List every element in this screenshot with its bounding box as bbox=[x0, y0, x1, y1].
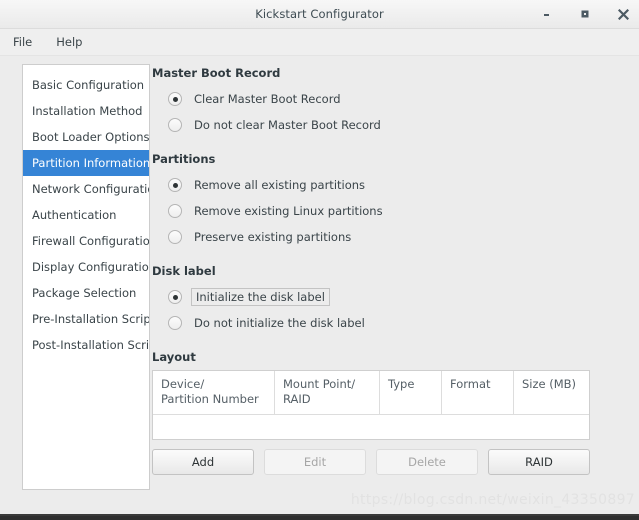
sidebar-item-display-configuration[interactable]: Display Configuration bbox=[23, 254, 149, 280]
layout-table-body bbox=[153, 414, 589, 439]
sidebar-item-label: Post-Installation Script bbox=[32, 338, 150, 352]
body-area: Basic Configuration Installation Method Bo… bbox=[0, 56, 639, 520]
menubar: File Help bbox=[0, 29, 639, 56]
group-title: Disk label bbox=[152, 264, 216, 278]
kickstart-configurator-window: Kickstart Configurator File Help Basic C… bbox=[0, 0, 639, 520]
sidebar-item-label: Firewall Configuration bbox=[32, 234, 150, 248]
radio-option-label: Clear Master Boot Record bbox=[194, 92, 341, 106]
radio-option[interactable]: Do not initialize the disk label bbox=[152, 310, 639, 336]
bottom-strip-inner bbox=[0, 516, 639, 520]
layout-table-header-row: Device/ Partition Number Mount Point/ RAI… bbox=[153, 371, 589, 415]
add-button[interactable]: Add bbox=[152, 449, 254, 475]
window-title: Kickstart Configurator bbox=[255, 7, 384, 21]
raid-button[interactable]: RAID bbox=[488, 449, 590, 475]
sidebar-item-label: Display Configuration bbox=[32, 260, 150, 274]
radio-option-label: Do not clear Master Boot Record bbox=[194, 118, 381, 132]
sidebar-container: Basic Configuration Installation Method Bo… bbox=[0, 56, 152, 520]
radio-unselected-icon[interactable] bbox=[168, 118, 182, 132]
radio-selected-icon[interactable] bbox=[168, 92, 182, 106]
radio-unselected-icon[interactable] bbox=[168, 316, 182, 330]
table-empty-cell bbox=[153, 414, 589, 439]
column-header[interactable]: Mount Point/ RAID bbox=[274, 371, 380, 415]
radio-unselected-icon[interactable] bbox=[168, 230, 182, 244]
radio-option[interactable]: Do not clear Master Boot Record bbox=[152, 112, 639, 138]
radio-selected-icon[interactable] bbox=[168, 178, 182, 192]
close-button[interactable] bbox=[615, 6, 631, 22]
group-disk-label: Disk label Initialize the disk label Do no… bbox=[152, 264, 639, 336]
sidebar-item-label: Authentication bbox=[32, 208, 117, 222]
menu-item-file[interactable]: File bbox=[10, 33, 35, 51]
group-master-boot-record: Master Boot Record Clear Master Boot Reco… bbox=[152, 66, 639, 138]
radio-option[interactable]: Remove all existing partitions bbox=[152, 172, 639, 198]
column-header[interactable]: Type bbox=[379, 371, 442, 415]
sidebar-list[interactable]: Basic Configuration Installation Method Bo… bbox=[22, 64, 150, 490]
window-controls bbox=[539, 0, 631, 28]
column-header[interactable]: Format bbox=[441, 371, 514, 415]
sidebar-item-label: Network Configuration bbox=[32, 182, 150, 196]
delete-button: Delete bbox=[376, 449, 478, 475]
titlebar: Kickstart Configurator bbox=[0, 0, 639, 29]
layout-table: Device/ Partition Number Mount Point/ RAI… bbox=[153, 371, 589, 439]
minimize-button[interactable] bbox=[539, 6, 555, 22]
radio-option-label: Initialize the disk label bbox=[191, 288, 330, 306]
radio-selected-icon[interactable] bbox=[168, 290, 182, 304]
group-partitions: Partitions Remove all existing partitions… bbox=[152, 152, 639, 250]
sidebar-item-post-installation-script[interactable]: Post-Installation Script bbox=[23, 332, 149, 358]
radio-option[interactable]: Preserve existing partitions bbox=[152, 224, 639, 250]
sidebar-item-label: Pre-Installation Script bbox=[32, 312, 150, 326]
table-row[interactable] bbox=[153, 414, 589, 439]
sidebar-item-label: Partition Information bbox=[32, 156, 150, 170]
sidebar-item-basic-configuration[interactable]: Basic Configuration bbox=[23, 72, 149, 98]
layout-table-container[interactable]: Device/ Partition Number Mount Point/ RAI… bbox=[152, 370, 590, 440]
sidebar-item-network-configuration[interactable]: Network Configuration bbox=[23, 176, 149, 202]
group-title: Master Boot Record bbox=[152, 66, 281, 80]
sidebar-item-partition-information[interactable]: Partition Information bbox=[23, 150, 149, 176]
layout-section: Layout Device/ Partition Number Mount Poi… bbox=[152, 350, 639, 475]
radio-option[interactable]: Remove existing Linux partitions bbox=[152, 198, 639, 224]
sidebar-item-installation-method[interactable]: Installation Method bbox=[23, 98, 149, 124]
sidebar-item-authentication[interactable]: Authentication bbox=[23, 202, 149, 228]
sidebar-item-pre-installation-script[interactable]: Pre-Installation Script bbox=[23, 306, 149, 332]
sidebar-item-label: Boot Loader Options bbox=[32, 130, 150, 144]
sidebar-item-boot-loader-options[interactable]: Boot Loader Options bbox=[23, 124, 149, 150]
layout-actions: Add Edit Delete RAID bbox=[152, 449, 590, 475]
column-header[interactable]: Size (MB) bbox=[513, 371, 589, 415]
column-header[interactable]: Device/ Partition Number bbox=[153, 371, 275, 415]
group-title: Partitions bbox=[152, 152, 216, 166]
sidebar-item-label: Basic Configuration bbox=[32, 78, 145, 92]
radio-option[interactable]: Initialize the disk label bbox=[152, 284, 639, 310]
menu-item-help[interactable]: Help bbox=[53, 33, 85, 51]
sidebar-item-label: Installation Method bbox=[32, 104, 143, 118]
sidebar-item-package-selection[interactable]: Package Selection bbox=[23, 280, 149, 306]
radio-option-label: Remove all existing partitions bbox=[194, 178, 366, 192]
radio-option-label: Do not initialize the disk label bbox=[194, 316, 365, 330]
radio-option-label: Preserve existing partitions bbox=[194, 230, 352, 244]
option-groups: Master Boot Record Clear Master Boot Reco… bbox=[152, 66, 639, 336]
edit-button: Edit bbox=[264, 449, 366, 475]
radio-option[interactable]: Clear Master Boot Record bbox=[152, 86, 639, 112]
main-content: Master Boot Record Clear Master Boot Reco… bbox=[152, 56, 639, 520]
radio-unselected-icon[interactable] bbox=[168, 204, 182, 218]
layout-table-head: Device/ Partition Number Mount Point/ RAI… bbox=[153, 371, 589, 415]
radio-option-label: Remove existing Linux partitions bbox=[194, 204, 383, 218]
sidebar-item-label: Package Selection bbox=[32, 286, 137, 300]
layout-title: Layout bbox=[152, 350, 196, 364]
maximize-button[interactable] bbox=[577, 6, 593, 22]
sidebar-item-firewall-configuration[interactable]: Firewall Configuration bbox=[23, 228, 149, 254]
